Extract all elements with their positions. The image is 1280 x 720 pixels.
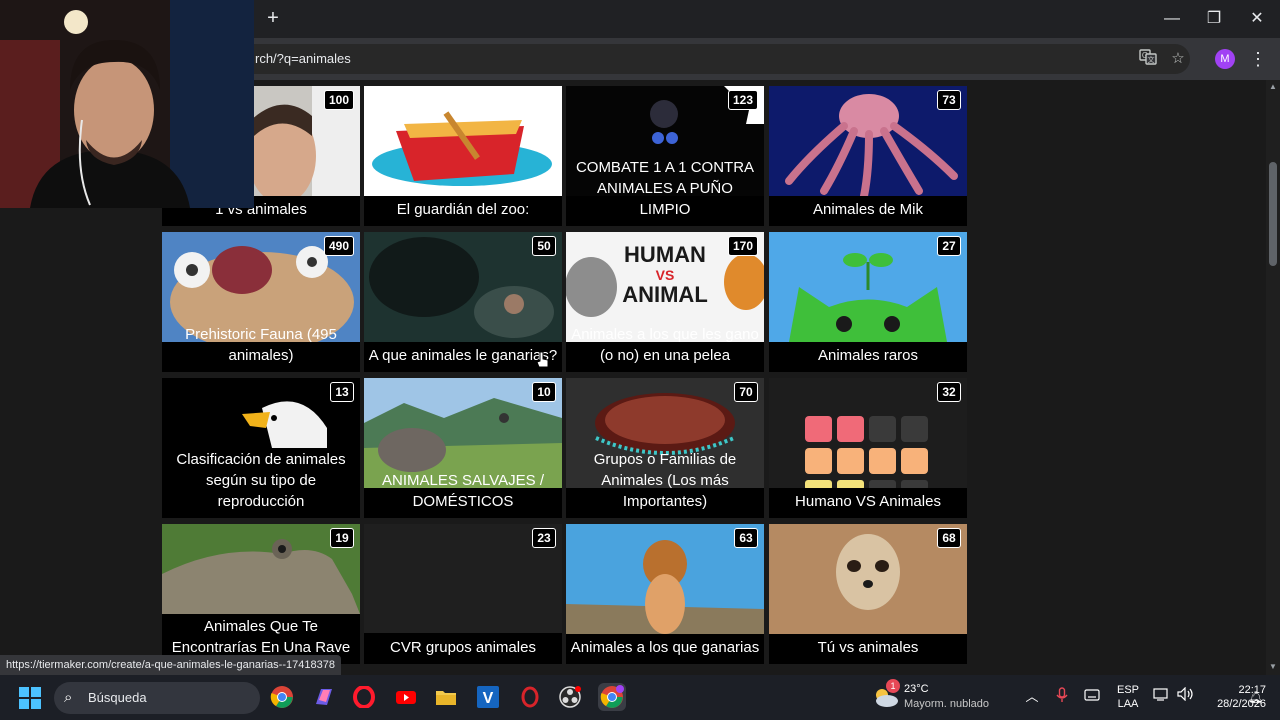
hand-cursor-icon (536, 351, 549, 368)
card-title: Prehistoric Fauna (495 animales) (185, 326, 337, 364)
notification-bell-icon[interactable]: 🔔︎ (1248, 691, 1263, 703)
scrollbar-thumb[interactable] (1269, 162, 1277, 266)
item-count-badge: 73 (937, 90, 961, 110)
address-bar-url[interactable]: rch/?q=animales (255, 51, 351, 66)
tier-card[interactable]: 10 ANIMALES SALVAJES / DOMÉSTICOS (364, 378, 562, 518)
item-count-badge: 10 (532, 382, 556, 402)
chrome-active-icon[interactable] (598, 683, 626, 711)
tier-card[interactable]: 68 Tú vs animales (769, 524, 967, 664)
tier-card[interactable]: 19 Animales Que Te Encontrarías En Una R… (162, 524, 360, 664)
tier-card[interactable]: 70 Grupos o Familias de Animales (Los má… (566, 378, 764, 518)
obs-icon[interactable] (556, 683, 584, 711)
thumbnail-text-mid: VS (656, 267, 675, 283)
keyboard-icon[interactable] (1082, 687, 1102, 707)
layout-code: LAA (1117, 698, 1139, 710)
windows-taskbar: ⌕ Búsqueda V 1 23°C Mayorm. nublado ︿ ES… (0, 675, 1280, 720)
card-title: COMBATE 1 A 1 CONTRA ANIMALES A PUÑO LIM… (575, 159, 755, 218)
card-thumbnail (364, 86, 562, 196)
item-count-badge: 23 (532, 528, 556, 548)
tier-card[interactable]: 50 A que animales le ganarias? (364, 232, 562, 372)
card-title: Animales a los que ganarias (570, 639, 760, 656)
tier-card[interactable]: HUMAN VS ANIMAL 170 Animales a los que l… (566, 232, 764, 372)
microphone-icon[interactable] (1052, 687, 1072, 707)
item-count-badge: 100 (323, 90, 354, 110)
opera-gx-icon[interactable] (516, 683, 544, 711)
weather-widget[interactable]: 1 23°C Mayorm. nublado (872, 679, 1002, 715)
weather-description: Mayorm. nublado (904, 698, 989, 710)
minimize-button[interactable]: — (1152, 6, 1192, 32)
vegas-icon[interactable]: V (474, 683, 502, 711)
network-icon[interactable] (1152, 687, 1172, 707)
item-count-badge: 27 (937, 236, 961, 256)
card-title: Humano VS Animales (795, 493, 941, 510)
item-count-badge: 19 (330, 528, 354, 548)
webcam-person-image (0, 0, 254, 208)
volume-icon[interactable] (1176, 686, 1196, 707)
profile-avatar[interactable]: M (1215, 49, 1235, 69)
item-count-badge: 70 (734, 382, 758, 402)
link-status-bar: https://tiermaker.com/create/a-que-anima… (0, 655, 341, 675)
item-count-badge: 32 (937, 382, 961, 402)
windows-start-icon[interactable] (18, 686, 42, 710)
tier-card[interactable]: 13 Clasificación de animales según su ti… (162, 378, 360, 518)
card-title: Tú vs animales (817, 639, 919, 656)
opera-icon[interactable] (350, 683, 378, 711)
item-count-badge: 170 (727, 236, 758, 256)
scroll-up-icon[interactable]: ▲ (1268, 82, 1278, 92)
card-title: El guardián del zoo: (396, 201, 530, 218)
youtube-icon[interactable] (392, 683, 420, 711)
card-title: CVR grupos animales (364, 633, 562, 664)
chrome-icon[interactable] (268, 683, 296, 711)
close-window-button[interactable]: ✕ (1237, 6, 1277, 32)
item-count-badge: 123 (727, 90, 758, 110)
language-code: ESP (1116, 684, 1139, 696)
item-count-badge: 63 (734, 528, 758, 548)
item-count-badge: 50 (532, 236, 556, 256)
card-title: Animales de Mik (812, 201, 924, 218)
svg-text:文: 文 (1148, 55, 1155, 64)
weather-alert-badge: 1 (886, 679, 900, 693)
item-count-badge: 490 (323, 236, 354, 256)
translate-icon[interactable]: G文 (1137, 48, 1159, 70)
tier-card[interactable]: 123 COMBATE 1 A 1 CONTRA ANIMALES A PUÑO… (566, 86, 764, 226)
webcam-overlay (0, 0, 254, 208)
tier-card[interactable]: 63 Animales a los que ganarias (566, 524, 764, 664)
card-title: Animales raros (817, 347, 919, 364)
restore-button[interactable]: ❐ (1194, 6, 1234, 32)
card-title: ANIMALES SALVAJES / DOMÉSTICOS (381, 472, 544, 510)
star-icon[interactable]: ☆ (1167, 48, 1189, 70)
taskbar-search[interactable]: ⌕ Búsqueda (54, 682, 260, 714)
tier-card[interactable]: 32 Humano VS Animales (769, 378, 967, 518)
weather-temperature: 23°C (904, 683, 929, 695)
scroll-down-icon[interactable]: ▼ (1268, 662, 1278, 672)
item-count-badge: 68 (937, 528, 961, 548)
thumbnail-text-top: HUMAN (624, 242, 706, 267)
tier-card[interactable]: 73 Animales de Mik (769, 86, 967, 226)
tier-card[interactable]: El guardián del zoo: (364, 86, 562, 226)
new-tab-button[interactable]: + (262, 6, 284, 30)
card-title: Animales a los que les gano (o no) en un… (571, 326, 759, 364)
vertical-scrollbar[interactable]: ▲ ▼ (1266, 80, 1280, 675)
card-title: Clasificación de animales según su tipo … (176, 451, 346, 510)
item-count-badge: 13 (330, 382, 354, 402)
copilot-icon[interactable] (310, 683, 338, 711)
tier-card[interactable]: 27 Animales raros (769, 232, 967, 372)
search-placeholder: Búsqueda (88, 690, 147, 705)
kebab-menu-icon[interactable]: ⋮ (1248, 47, 1268, 71)
file-explorer-icon[interactable] (432, 683, 460, 711)
tier-card[interactable]: 23 CVR grupos animales (364, 524, 562, 664)
tier-card[interactable]: 490 Prehistoric Fauna (495 animales) (162, 232, 360, 372)
thumbnail-text-bottom: ANIMAL (622, 282, 708, 307)
svg-text:V: V (483, 690, 494, 707)
chevron-up-icon[interactable]: ︿ (1022, 687, 1042, 707)
search-icon: ⌕ (64, 689, 73, 706)
card-title: A que animales le ganarias? (368, 347, 558, 364)
input-language[interactable]: ESP LAA (1113, 683, 1143, 711)
card-title: Grupos o Familias de Animales (Los más I… (593, 451, 737, 510)
